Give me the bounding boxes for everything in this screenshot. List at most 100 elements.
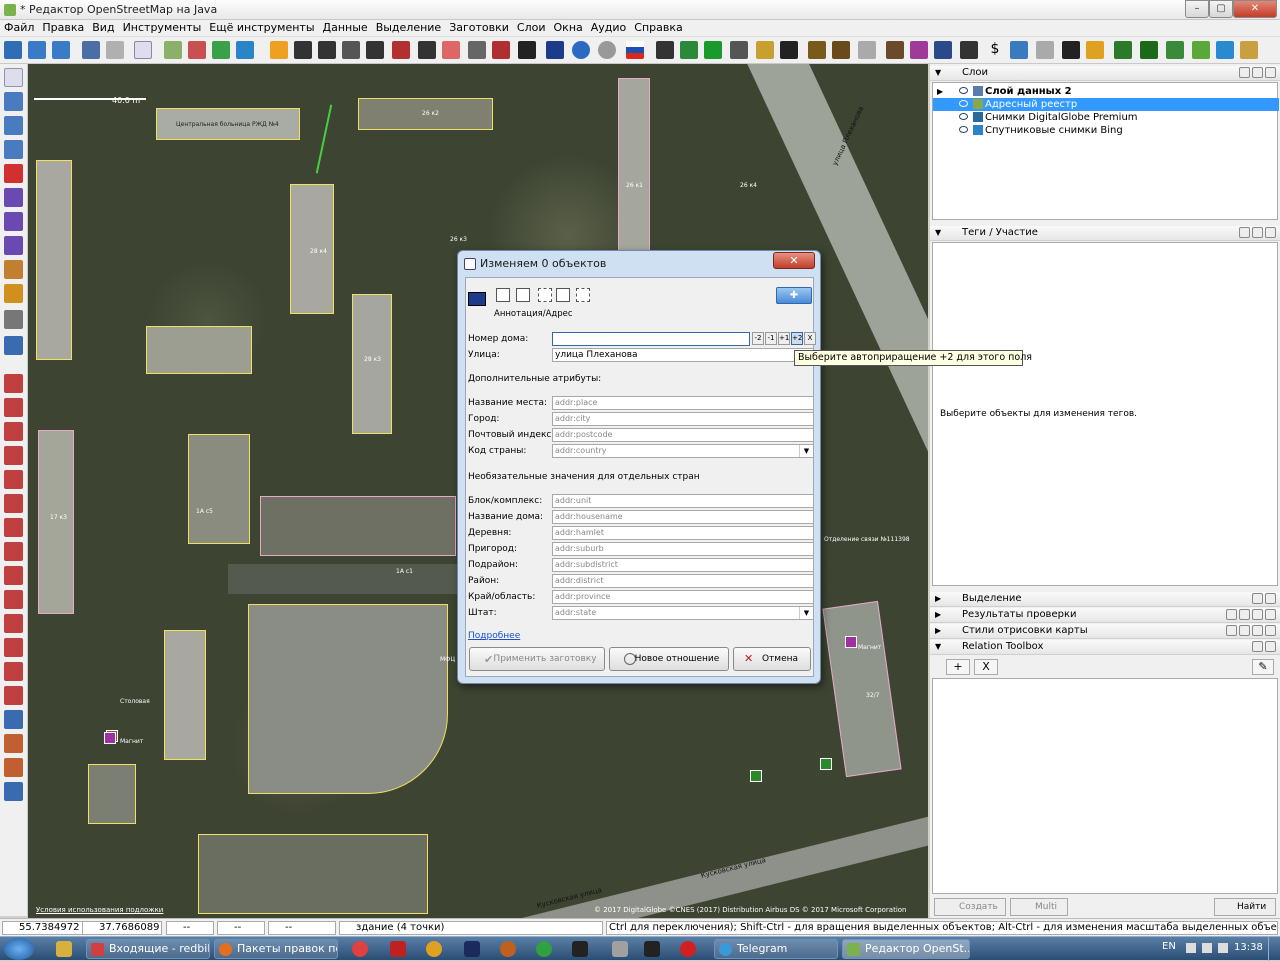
task-inbox[interactable]: Входящие - redbik... bbox=[86, 939, 210, 959]
toggle-changesets-icon[interactable] bbox=[4, 494, 23, 513]
circle-icon[interactable] bbox=[598, 41, 616, 59]
theatre-icon[interactable] bbox=[656, 41, 674, 59]
delete-tool-icon[interactable] bbox=[4, 164, 23, 183]
expand-icon[interactable]: ▶ bbox=[937, 87, 943, 96]
menu-help[interactable]: Справка bbox=[630, 20, 686, 34]
building-left-3[interactable] bbox=[164, 630, 206, 760]
network-icon[interactable] bbox=[1202, 943, 1212, 953]
task-josm[interactable]: Редактор OpenSt... bbox=[842, 939, 970, 959]
zoom-tool-icon[interactable] bbox=[4, 140, 23, 159]
shop-icon[interactable] bbox=[910, 41, 928, 59]
water-icon[interactable] bbox=[1216, 41, 1234, 59]
suburb-input[interactable]: addr:suburb bbox=[552, 542, 814, 556]
meadow-icon[interactable] bbox=[1192, 41, 1210, 59]
whatsapp-icon[interactable] bbox=[536, 941, 552, 957]
download-icon[interactable] bbox=[28, 41, 46, 59]
app-4-icon[interactable] bbox=[644, 941, 660, 957]
clear-increment-button[interactable]: X bbox=[804, 332, 816, 345]
map-styles-panel-header[interactable]: ▶ Стили отрисовки карты bbox=[930, 624, 1280, 639]
menu-more-tools[interactable]: Ещё инструменты bbox=[205, 20, 318, 34]
shop-poi-icon[interactable] bbox=[845, 636, 857, 648]
remove-relation-button[interactable]: X bbox=[974, 659, 998, 675]
chevron-down-icon[interactable]: ▼ bbox=[799, 607, 813, 619]
expand-icon[interactable]: ▶ bbox=[935, 592, 941, 606]
district-input[interactable]: addr:district bbox=[552, 574, 814, 588]
relation-toolbox-header[interactable]: ▼ Relation Toolbox bbox=[930, 640, 1280, 655]
maximize-panel-icon[interactable] bbox=[1265, 609, 1276, 620]
selection-panel-header[interactable]: ▶ Выделение bbox=[930, 592, 1280, 607]
app-3-icon[interactable] bbox=[612, 941, 628, 957]
hamlet-input[interactable]: addr:hamlet bbox=[552, 526, 814, 540]
edit-relation-icon[interactable]: ✎ bbox=[1252, 659, 1274, 675]
street-input[interactable]: улица Плеханова bbox=[552, 348, 814, 362]
toggle-more-icon[interactable] bbox=[4, 782, 23, 801]
address-preset-icon[interactable] bbox=[546, 41, 564, 59]
imagery-2-icon[interactable] bbox=[188, 41, 206, 59]
bag-icon[interactable] bbox=[1086, 41, 1104, 59]
toggle-tags-icon[interactable] bbox=[4, 398, 23, 417]
sport-icon[interactable] bbox=[730, 41, 748, 59]
preset-8-icon[interactable] bbox=[442, 41, 460, 59]
toggle-conflicts-icon[interactable] bbox=[4, 614, 23, 633]
upload-icon[interactable] bbox=[52, 41, 70, 59]
postcode-input[interactable]: addr:postcode bbox=[552, 428, 814, 442]
start-button[interactable] bbox=[4, 938, 34, 960]
add-relation-button[interactable]: + bbox=[946, 659, 970, 675]
improve-way-tool-icon[interactable] bbox=[4, 212, 23, 231]
province-input[interactable]: addr:province bbox=[552, 590, 814, 604]
expand-icon[interactable]: ▶ bbox=[935, 608, 941, 622]
toggle-layers-icon[interactable] bbox=[4, 374, 23, 393]
place-input[interactable]: addr:place bbox=[552, 396, 814, 410]
house-number-input[interactable] bbox=[552, 332, 750, 346]
building-left-2[interactable] bbox=[146, 326, 252, 374]
toggle-mapillary-icon[interactable] bbox=[4, 734, 23, 753]
parallel-tool-icon[interactable] bbox=[4, 188, 23, 207]
imagery-3-icon[interactable] bbox=[212, 41, 230, 59]
menu-data[interactable]: Данные bbox=[319, 20, 372, 34]
find-button[interactable]: Найти bbox=[1214, 898, 1276, 916]
bing-icon[interactable] bbox=[236, 41, 254, 59]
layer-item-digitalglobe[interactable]: Снимки DigitalGlobe Premium bbox=[933, 111, 1279, 124]
filezilla-icon[interactable] bbox=[390, 941, 406, 957]
phone-icon[interactable] bbox=[780, 41, 798, 59]
settings-icon[interactable] bbox=[1239, 625, 1250, 636]
park-poi-icon[interactable] bbox=[820, 758, 832, 770]
toggle-filter-icon[interactable] bbox=[4, 566, 23, 585]
detach-panel-icon[interactable] bbox=[1252, 625, 1263, 636]
subdistrict-input[interactable]: addr:subdistrict bbox=[552, 558, 814, 572]
detach-panel-icon[interactable] bbox=[1252, 227, 1263, 238]
maximize-panel-icon[interactable] bbox=[1265, 641, 1276, 652]
decrement-2-button[interactable]: -2 bbox=[752, 332, 764, 345]
settings-icon[interactable] bbox=[1239, 609, 1250, 620]
toggle-commands-icon[interactable] bbox=[4, 638, 23, 657]
pencil-tool-icon[interactable] bbox=[4, 284, 23, 303]
task-changesets[interactable]: Пакеты правок по... bbox=[214, 939, 338, 959]
chrome-icon[interactable] bbox=[352, 941, 368, 957]
validation-panel-header[interactable]: ▶ Результаты проверки bbox=[930, 608, 1280, 623]
detach-panel-icon[interactable] bbox=[1252, 593, 1263, 604]
building-bottom[interactable] bbox=[198, 834, 428, 914]
country-select[interactable]: addr:country ▼ bbox=[552, 444, 814, 458]
office-icon[interactable] bbox=[680, 41, 698, 59]
unit-input[interactable]: addr:unit bbox=[552, 494, 814, 508]
toggle-history-icon[interactable] bbox=[4, 446, 23, 465]
info-icon[interactable] bbox=[1010, 41, 1028, 59]
app-icon[interactable] bbox=[426, 941, 442, 957]
draw-tool-icon[interactable] bbox=[4, 116, 23, 135]
draw-line-tool-icon[interactable] bbox=[4, 260, 23, 279]
building-28k3[interactable] bbox=[352, 294, 392, 434]
factory-icon[interactable] bbox=[832, 41, 850, 59]
menu-presets[interactable]: Заготовки bbox=[445, 20, 513, 34]
toggle-authors-icon[interactable] bbox=[4, 542, 23, 561]
visibility-eye-icon[interactable] bbox=[959, 126, 968, 133]
toggle-notes-icon[interactable] bbox=[4, 590, 23, 609]
toggle-measure-icon[interactable] bbox=[4, 758, 23, 777]
menu-view[interactable]: Вид bbox=[88, 20, 118, 34]
collapse-icon[interactable]: ▼ bbox=[935, 640, 941, 654]
redo-icon[interactable] bbox=[106, 41, 124, 59]
preset-7-icon[interactable] bbox=[418, 41, 436, 59]
preset-4-icon[interactable] bbox=[342, 41, 360, 59]
photoshop-icon[interactable] bbox=[464, 941, 480, 957]
lasso-tool-icon[interactable] bbox=[4, 92, 23, 111]
toggle-minimap-icon[interactable] bbox=[4, 686, 23, 705]
